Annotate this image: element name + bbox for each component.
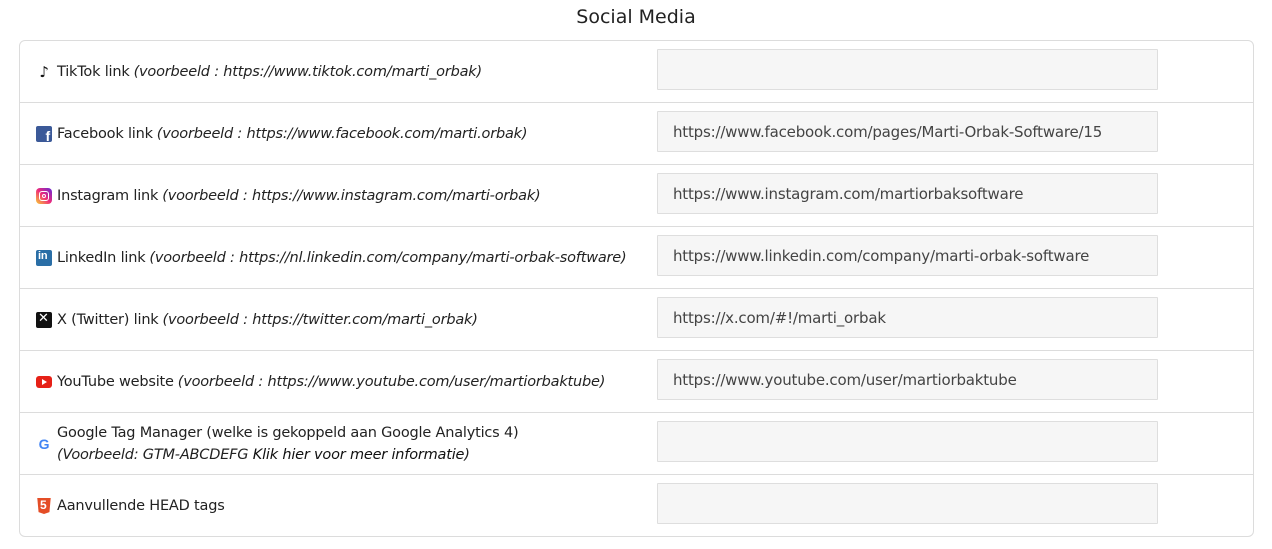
instagram-input[interactable] (657, 173, 1158, 214)
instagram-example: (voorbeeld : https://www.instagram.com/m… (162, 188, 541, 204)
tiktok-row: ♪ TikTok link (voorbeeld : https://www.t… (20, 41, 1253, 103)
google-tag-manager-example-text: (Voorbeeld: GTM-ABCDEFG (57, 447, 249, 463)
instagram-icon (36, 188, 52, 204)
google-tag-manager-label: G Google Tag Manager (welke is gekoppeld… (36, 413, 656, 475)
social-media-panel: ♪ TikTok link (voorbeeld : https://www.t… (19, 40, 1254, 537)
google-tag-manager-input[interactable] (657, 421, 1158, 462)
x-twitter-input[interactable] (657, 297, 1158, 338)
instagram-row: Instagram link (voorbeeld : https://www.… (20, 165, 1253, 227)
instagram-label-text: Instagram link (57, 188, 159, 204)
google-tag-manager-example-end: ) (464, 447, 470, 463)
facebook-icon (36, 126, 52, 144)
tiktok-input[interactable] (657, 49, 1158, 90)
linkedin-input[interactable] (657, 235, 1158, 276)
x-twitter-label-text: X (Twitter) link (57, 312, 159, 328)
x-twitter-label: X (Twitter) link (voorbeeld : https://tw… (36, 289, 656, 351)
head-tags-label: Aanvullende HEAD tags (36, 475, 656, 536)
x-twitter-icon (36, 311, 52, 328)
youtube-input[interactable] (657, 359, 1158, 400)
facebook-label: Facebook link (voorbeeld : https://www.f… (36, 103, 656, 165)
facebook-label-text: Facebook link (57, 126, 153, 142)
google-tag-manager-example: (Voorbeeld: GTM-ABCDEFG Klik hier voor m… (57, 444, 518, 466)
head-tags-row: Aanvullende HEAD tags (20, 475, 1253, 536)
youtube-example: (voorbeeld : https://www.youtube.com/use… (177, 374, 606, 390)
google-tag-manager-label-text: Google Tag Manager (welke is gekoppeld a… (57, 425, 519, 441)
head-tags-input[interactable] (657, 483, 1158, 524)
x-twitter-row: X (Twitter) link (voorbeeld : https://tw… (20, 289, 1253, 351)
linkedin-icon (36, 250, 52, 266)
linkedin-label: LinkedIn link (voorbeeld : https://nl.li… (36, 227, 656, 289)
x-twitter-example: (voorbeeld : https://twitter.com/marti_o… (162, 312, 478, 328)
tiktok-label: ♪ TikTok link (voorbeeld : https://www.t… (36, 41, 656, 103)
google-tag-manager-row: G Google Tag Manager (welke is gekoppeld… (20, 413, 1253, 475)
youtube-label-text: YouTube website (57, 374, 174, 390)
facebook-row: Facebook link (voorbeeld : https://www.f… (20, 103, 1253, 165)
youtube-label: YouTube website (voorbeeld : https://www… (36, 351, 656, 413)
html5-icon (37, 498, 51, 514)
instagram-label: Instagram link (voorbeeld : https://www.… (36, 165, 656, 227)
linkedin-label-text: LinkedIn link (57, 250, 146, 266)
facebook-example: (voorbeeld : https://www.facebook.com/ma… (156, 126, 528, 142)
youtube-icon (36, 376, 52, 388)
head-tags-label-text: Aanvullende HEAD tags (57, 498, 225, 514)
more-info-link[interactable]: Klik hier voor meer informatie (253, 447, 465, 463)
facebook-input[interactable] (657, 111, 1158, 152)
tiktok-icon: ♪ (39, 63, 49, 81)
youtube-row: YouTube website (voorbeeld : https://www… (20, 351, 1253, 413)
tiktok-label-text: TikTok link (57, 64, 130, 80)
google-icon: G (38, 436, 50, 452)
tiktok-example: (voorbeeld : https://www.tiktok.com/mart… (133, 64, 483, 80)
linkedin-example: (voorbeeld : https://nl.linkedin.com/com… (149, 250, 627, 266)
linkedin-row: LinkedIn link (voorbeeld : https://nl.li… (20, 227, 1253, 289)
section-title: Social Media (576, 6, 696, 28)
google-tag-manager-text: Google Tag Manager (welke is gekoppeld a… (57, 422, 519, 466)
